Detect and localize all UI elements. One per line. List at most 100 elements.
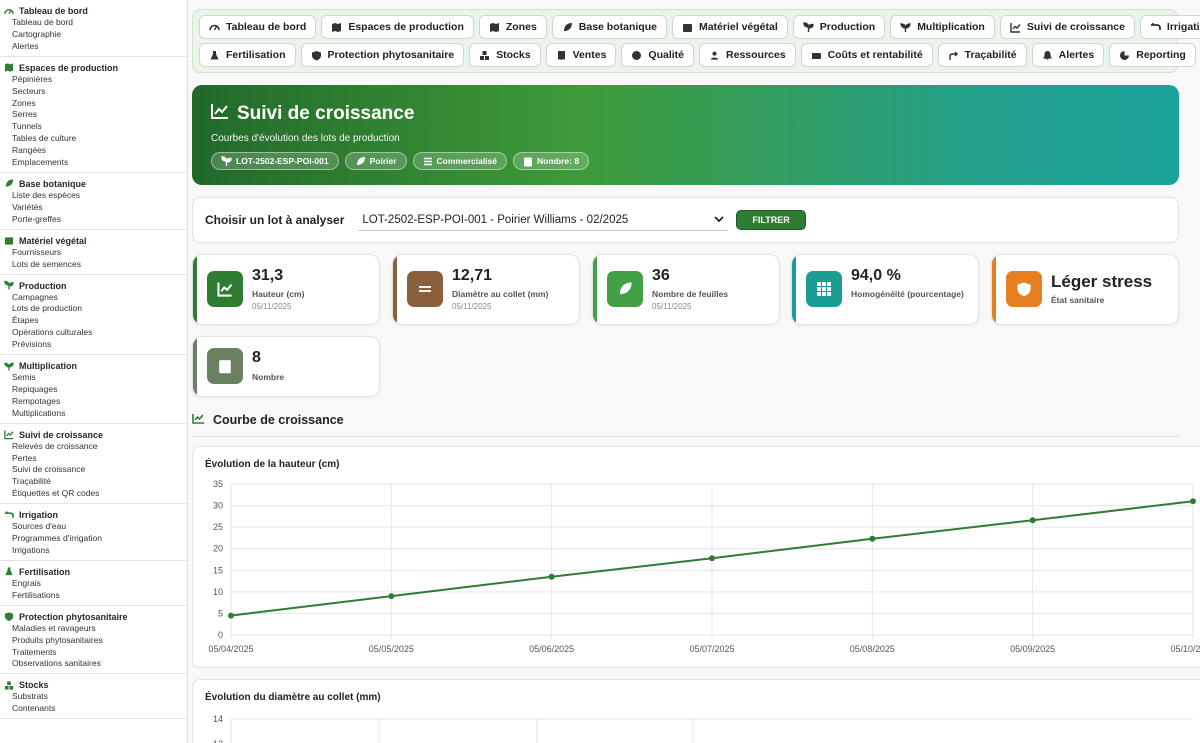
sidebar-item[interactable]: Rempotages	[0, 396, 187, 408]
sidebar-item[interactable]: Multiplications	[0, 408, 187, 420]
nav-button[interactable]: Coûts et rentabilité	[800, 43, 933, 67]
nav-button[interactable]: Irrigation	[1139, 15, 1200, 39]
sidebar-item[interactable]: Suivi de croissance	[0, 464, 187, 476]
data-point[interactable]	[869, 535, 876, 542]
sidebar-item[interactable]: Campagnes	[0, 292, 187, 304]
nav-button[interactable]: Qualité	[621, 43, 695, 67]
nav-button[interactable]: Traçabilité	[937, 43, 1027, 67]
nav-button[interactable]: Reporting	[1109, 43, 1196, 67]
nav-button[interactable]: Ventes	[545, 43, 617, 67]
sidebar-item[interactable]: Alertes	[0, 41, 187, 53]
sidebar-item[interactable]: Substrats	[0, 691, 187, 703]
chart-line-icon	[4, 430, 14, 440]
sidebar-item[interactable]: Emplacements	[0, 157, 187, 169]
sidebar-section-header[interactable]: Base botanique	[0, 178, 187, 190]
sidebar-item[interactable]: Secteurs	[0, 86, 187, 98]
sidebar-item[interactable]: Lots de production	[0, 303, 187, 315]
sidebar-item[interactable]: Zones	[0, 98, 187, 110]
nav-button[interactable]: Production	[792, 15, 886, 39]
sidebar-item[interactable]: Opérations culturales	[0, 327, 187, 339]
nav-button-label: Qualité	[648, 49, 685, 61]
sidebar-item[interactable]: Irrigations	[0, 545, 187, 557]
nav-button[interactable]: Protection phytosanitaire	[300, 43, 465, 67]
x-tick-label: 05/05/2025	[369, 644, 414, 654]
sidebar-item[interactable]: Prévisions	[0, 339, 187, 351]
sidebar-item[interactable]: Traçabilité	[0, 476, 187, 488]
data-point[interactable]	[1190, 498, 1196, 505]
sidebar-item[interactable]: Tableau de bord	[0, 17, 187, 29]
sidebar-item[interactable]: Semis	[0, 372, 187, 384]
sidebar-section-header[interactable]: Multiplication	[0, 360, 187, 372]
nav-button[interactable]: Stocks	[469, 43, 541, 67]
sidebar-section-header[interactable]: Suivi de croissance	[0, 429, 187, 441]
sidebar-item[interactable]: Cartographie	[0, 29, 187, 41]
sidebar-item[interactable]: Contenants	[0, 703, 187, 715]
dashboard-icon	[209, 22, 220, 33]
sidebar-item[interactable]: Porte-greffes	[0, 214, 187, 226]
nav-button[interactable]: Fertilisation	[199, 43, 296, 67]
sidebar-section-header[interactable]: Tableau de bord	[0, 5, 187, 17]
sidebar-item[interactable]: Programmes d'irrigation	[0, 533, 187, 545]
faucet-icon	[4, 510, 14, 520]
sidebar-item[interactable]: Pertes	[0, 453, 187, 465]
sidebar-item[interactable]: Relevés de croissance	[0, 441, 187, 453]
lot-badge: LOT-2502-ESP-POI-001	[211, 152, 339, 170]
nav-button[interactable]: Base botanique	[551, 15, 667, 39]
nav-button[interactable]: Zones	[478, 15, 547, 39]
sidebar-section-header[interactable]: Matériel végétal	[0, 235, 187, 247]
sidebar-item[interactable]: Variétés	[0, 202, 187, 214]
users-icon	[709, 50, 720, 61]
module-navbar: Tableau de bord Espaces de production Zone…	[192, 9, 1200, 73]
sidebar-item[interactable]: Serres	[0, 109, 187, 121]
y-tick-label: 25	[213, 522, 223, 532]
filter-button[interactable]: FILTRER	[736, 210, 806, 230]
sidebar-section-header[interactable]: Fertilisation	[0, 566, 187, 578]
sidebar-item[interactable]: Tables de culture	[0, 133, 187, 145]
data-point[interactable]	[388, 593, 395, 600]
nav-button[interactable]: Alertes	[1031, 43, 1105, 67]
sidebar-item[interactable]: Engrais	[0, 578, 187, 590]
chart-line-icon	[1010, 22, 1021, 33]
sidebar-item[interactable]: Repiquages	[0, 384, 187, 396]
leaf-icon	[607, 271, 643, 307]
sidebar-item[interactable]: Sources d'eau	[0, 521, 187, 533]
sidebar-section-header[interactable]: Production	[0, 280, 187, 292]
sidebar-item[interactable]: Produits phytosanitaires	[0, 635, 187, 647]
sidebar-section-header[interactable]: Irrigation	[0, 509, 187, 521]
nav-button-label: Espaces de production	[348, 21, 464, 33]
sidebar-item[interactable]: Fertilisations	[0, 590, 187, 602]
lot-select[interactable]: LOT-2502-ESP-POI-001 - Poirier Williams …	[358, 209, 729, 231]
nav-button[interactable]: Multiplication	[890, 15, 995, 39]
chevron-down-icon	[714, 214, 725, 226]
y-tick-label: 5	[218, 608, 223, 618]
nav-button[interactable]: Matériel végétal	[671, 15, 788, 39]
nav-button-label: Protection phytosanitaire	[327, 49, 455, 61]
nav-button[interactable]: Suivi de croissance	[999, 15, 1135, 39]
data-point[interactable]	[228, 612, 234, 619]
nav-button[interactable]: Ressources	[699, 43, 796, 67]
sidebar-item[interactable]: Maladies et ravageurs	[0, 623, 187, 635]
data-point[interactable]	[1029, 517, 1036, 524]
sidebar-item[interactable]: Tunnels	[0, 121, 187, 133]
sidebar-item[interactable]: Fournisseurs	[0, 247, 187, 259]
sidebar-section-header[interactable]: Protection phytosanitaire	[0, 611, 187, 623]
sidebar-item[interactable]: Pépinières	[0, 74, 187, 86]
sidebar-item[interactable]: Lots de semences	[0, 259, 187, 271]
nav-button[interactable]: Espaces de production	[321, 15, 474, 39]
nav-button[interactable]: Tableau de bord	[199, 15, 317, 39]
shield-icon	[311, 50, 322, 61]
sidebar-item[interactable]: Traitements	[0, 647, 187, 659]
data-point[interactable]	[548, 573, 555, 580]
sidebar-item[interactable]: Liste des espèces	[0, 190, 187, 202]
sidebar-item[interactable]: Observations sanitaires	[0, 658, 187, 670]
sidebar-section-header[interactable]: Espaces de production	[0, 62, 187, 74]
sidebar-item[interactable]: Étiquettes et QR codes	[0, 488, 187, 500]
y-tick-label: 12	[213, 739, 223, 743]
x-tick-label: 05/08/2025	[850, 644, 895, 654]
data-point[interactable]	[709, 555, 715, 562]
stat-card: Léger stress État sanitaire	[991, 254, 1179, 325]
sidebar-item[interactable]: Étapes	[0, 315, 187, 327]
lot-select-value: LOT-2502-ESP-POI-001 - Poirier Williams …	[362, 213, 629, 226]
sidebar-section-header[interactable]: Stocks	[0, 679, 187, 691]
sidebar-item[interactable]: Rangées	[0, 145, 187, 157]
